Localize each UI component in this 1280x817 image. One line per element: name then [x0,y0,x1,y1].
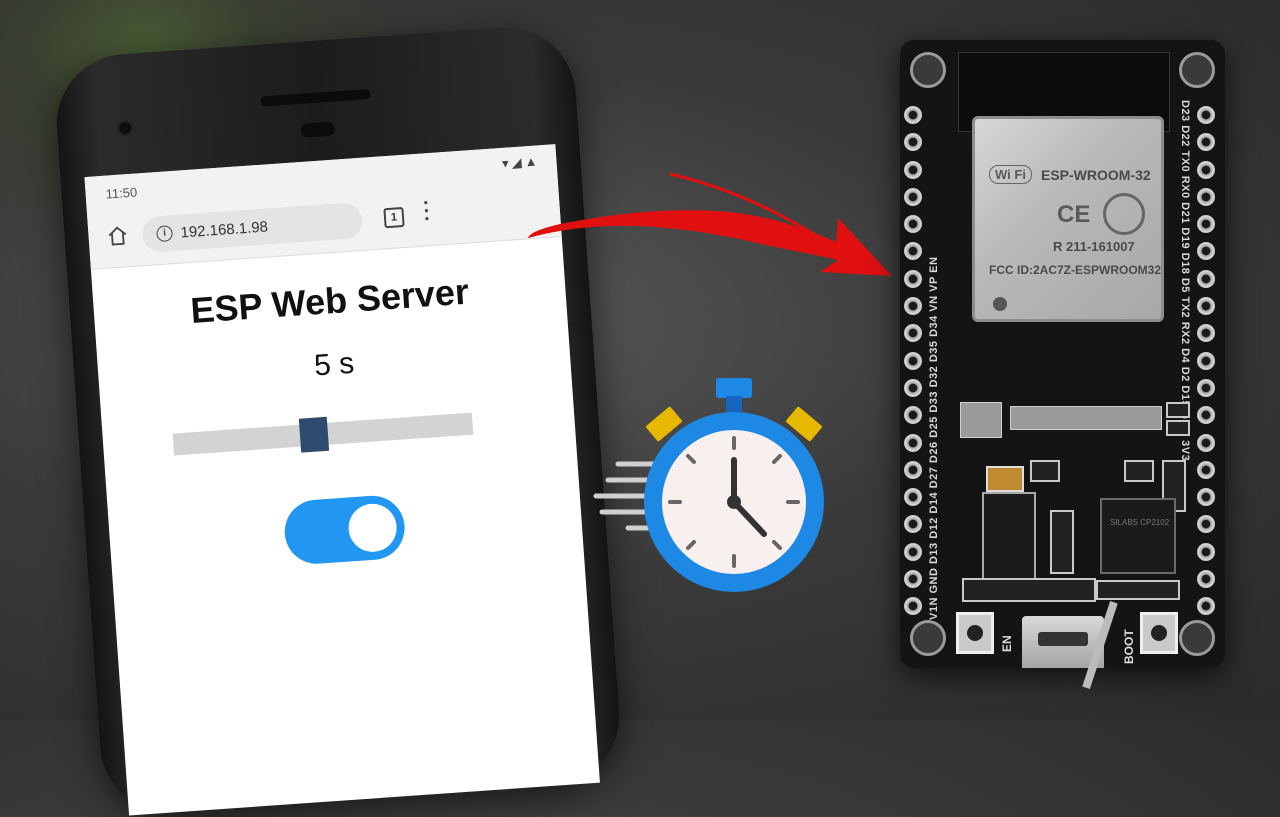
header-pin [904,269,922,288]
en-button-label: EN [1000,635,1014,652]
right-pin-labels: D23 D22 TX0 RX0 D21 D19 D18 D5 TX2 RX2 D… [1179,100,1197,620]
stopwatch-icon [593,378,824,592]
header-pin [904,406,922,425]
header-pin [904,106,922,124]
slider-thumb[interactable] [298,416,330,453]
proximity-sensor [300,121,336,138]
smartphone: 11:50 ▾◢▲ i 192.168.1.98 1 · · · ESP Web S… [52,22,624,817]
header-pin [1197,460,1215,479]
header-pin [904,460,922,479]
voltage-regulator [982,492,1036,582]
header-pin [904,515,922,534]
page-title: ESP Web Server [189,270,471,331]
boot-button[interactable] [1140,612,1178,654]
mount-hole [1179,52,1215,88]
timer-slider[interactable] [172,412,474,456]
header-pin [1197,433,1215,452]
smd-resistor [1166,420,1190,436]
header-pin [904,187,922,206]
smd-capacitor [1050,510,1074,574]
header-pin [904,433,922,452]
header-pin [1197,515,1215,534]
module-name: ESP-WROOM-32 [1041,167,1151,183]
header-pin [1197,215,1215,234]
usb-uart-chip: SILABS CP2102 [1100,498,1176,574]
header-pin [1197,406,1215,425]
header-pin [904,488,922,507]
more-menu-icon[interactable]: · · · [422,192,435,230]
header-pin [904,242,922,261]
ce-mark: CE [1057,201,1091,228]
header-pin [1197,324,1215,343]
header-pin [904,570,922,589]
tab-switcher-button[interactable]: 1 [383,206,405,229]
header-pin [904,324,922,343]
boot-button-label: BOOT [1122,629,1136,664]
smd-resistor [1166,402,1190,418]
status-time: 11:50 [105,184,138,202]
wifi-logo: Wi Fi [989,165,1032,184]
fcc-id: FCC ID:2AC7Z-ESPWROOM32 [989,263,1162,277]
mount-hole [1179,620,1215,656]
smd-transistor [1124,460,1154,482]
header-pin [1197,133,1215,152]
en-button[interactable] [956,612,994,654]
mount-hole [910,52,946,88]
header-pin [1197,351,1215,370]
tantalum-capacitor [986,466,1024,492]
header-pin [1197,542,1215,561]
header-pin [904,351,922,370]
cert-id: R 211-161007 [1053,239,1135,254]
header-pin [904,215,922,234]
info-icon[interactable]: i [156,225,174,243]
header-pin [904,597,922,616]
header-pin [1197,187,1215,206]
header-pin [1197,597,1215,616]
smd-component-row [962,578,1096,602]
home-icon[interactable] [106,224,129,247]
header-pin [1197,488,1215,507]
right-pin-header [1197,106,1221,625]
header-pin [1197,160,1215,179]
timer-value: 5 s [313,346,356,383]
smd-resistor-array [960,402,1002,438]
address-bar[interactable]: i 192.168.1.98 [141,201,364,254]
header-pin [904,378,922,397]
header-pin [1197,106,1215,124]
right-pin-label-text: D23 D22 TX0 RX0 D21 D19 D18 D5 TX2 RX2 D… [1179,100,1191,462]
header-pin [904,160,922,179]
url-text[interactable]: 192.168.1.98 [180,218,269,241]
smd-resistor-row [1010,406,1162,430]
red-arrow [528,172,892,276]
header-pin [1197,378,1215,397]
left-pin-header [904,106,928,625]
chip-label: SILABS CP2102 [1110,518,1170,527]
mount-hole [910,620,946,656]
header-pin [1197,297,1215,316]
smd-component-row [1096,580,1180,600]
header-pin [904,542,922,561]
header-pin [1197,242,1215,261]
header-pin [904,297,922,316]
left-pin-labels: V1N GND D13 D12 D14 D27 D26 D25 D33 D32 … [928,100,946,620]
espressif-logo-icon [1103,193,1145,235]
toggle-knob[interactable] [346,502,399,554]
header-pin [1197,570,1215,589]
output-toggle-switch[interactable] [282,493,407,566]
usb-slot [1038,632,1088,646]
esp-wroom-32-module: Wi Fi ESP-WROOM-32 CE R 211-161007 FCC I… [972,116,1164,322]
header-pin [1197,269,1215,288]
esp32-board: Wi Fi ESP-WROOM-32 CE R 211-161007 FCC I… [900,40,1225,690]
module-dot [993,297,1007,311]
header-pin [904,133,922,152]
smd-transistor [1030,460,1060,482]
left-pin-label-text: V1N GND D13 D12 D14 D27 D26 D25 D33 D32 … [928,256,940,620]
